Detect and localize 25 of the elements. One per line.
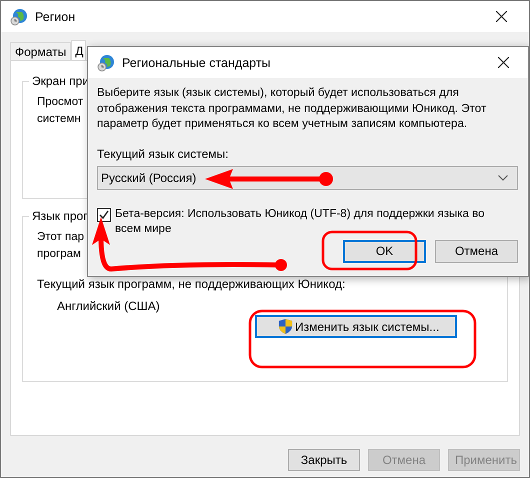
dialog-title: Региональные стандарты	[122, 56, 272, 70]
dialog-button[interactable]: OK	[343, 240, 426, 262]
group-text: системн	[37, 112, 81, 127]
tab[interactable]: Форматы	[10, 42, 72, 60]
dialog-button[interactable]: Закрыть	[288, 449, 360, 471]
shield-icon	[278, 318, 293, 335]
system-language-label: Текущий язык системы:	[97, 146, 230, 160]
tab[interactable]: Д	[71, 40, 86, 60]
group-text: Просмот	[37, 95, 84, 110]
change-system-language-button[interactable]: Изменить язык системы...	[255, 315, 457, 338]
dialog-button[interactable]: Отмена	[435, 240, 518, 262]
globe-icon	[10, 8, 28, 26]
language-dropdown[interactable]: Русский (Россия)	[97, 166, 518, 190]
current-language-label: Текущий язык программ, не поддерживающих Юникод:	[37, 277, 346, 291]
checkbox[interactable]	[97, 208, 111, 222]
group-text: програм	[37, 247, 81, 262]
close-icon[interactable]	[496, 11, 507, 22]
close-icon[interactable]	[498, 57, 509, 68]
window-title: Регион	[35, 10, 76, 24]
checkbox-label[interactable]: Бета-версия: Использовать Юникод (UTF-8) для поддержки языка во всем мире	[115, 206, 495, 236]
current-language-value: Английский (США)	[56, 299, 160, 313]
chevron-icon	[498, 174, 508, 180]
group-text: Этот пар	[37, 230, 84, 245]
globe-icon	[97, 54, 115, 72]
description-text: Выберите язык (язык системы), который будет использоваться для отображения текста программами, не поддерживающими Юникод. Этот параметр будет применяться ко всем учетным записям компьютера.	[97, 85, 488, 132]
